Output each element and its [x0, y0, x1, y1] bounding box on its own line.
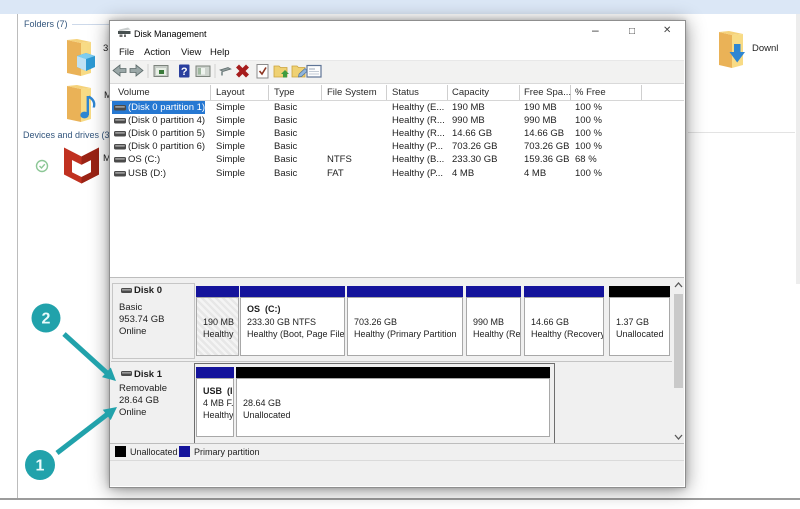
svg-text:2: 2 [42, 311, 51, 328]
svg-text:1: 1 [36, 458, 45, 475]
svg-text:?: ? [181, 66, 188, 78]
